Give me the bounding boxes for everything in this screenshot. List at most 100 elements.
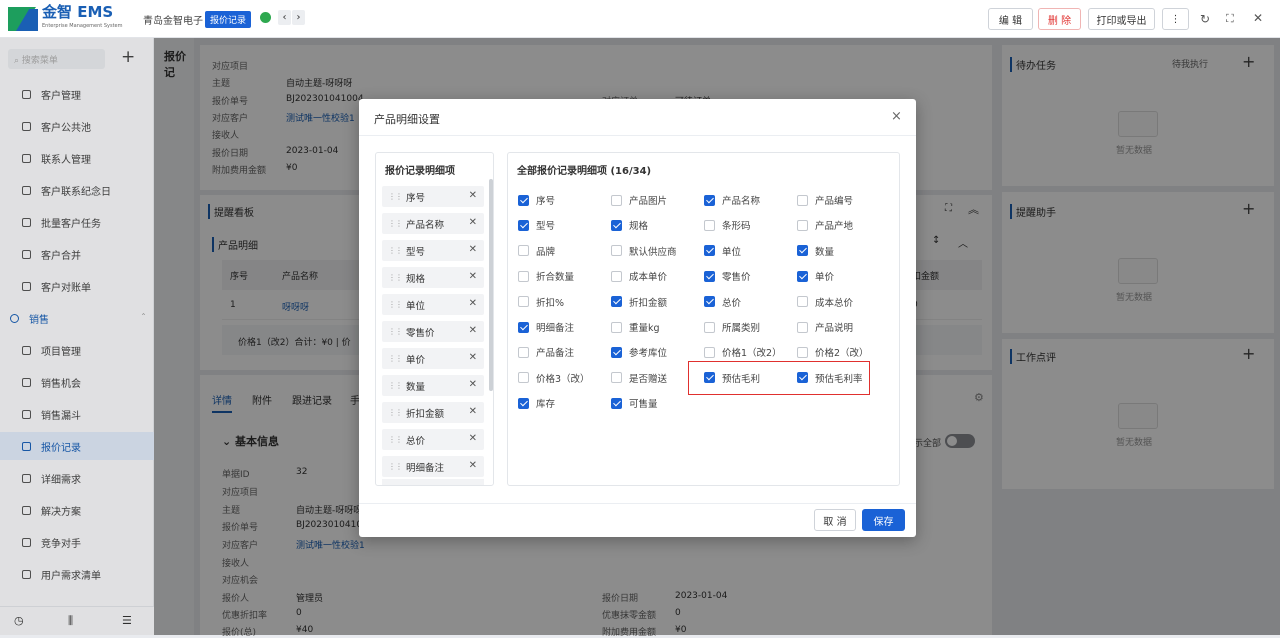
selected-chip[interactable]: ⋮⋮ 总价 ✕ xyxy=(382,429,484,450)
checkbox-unchecked-icon[interactable] xyxy=(611,270,622,282)
checkbox-checked-icon[interactable] xyxy=(611,397,622,409)
checkbox-checked-icon[interactable] xyxy=(611,346,622,358)
selected-chip[interactable]: ⋮⋮ 单价 ✕ xyxy=(382,348,484,369)
save-button[interactable]: 保存 xyxy=(862,509,905,531)
selected-chip[interactable]: ⋮⋮ 折扣金额 ✕ xyxy=(382,402,484,423)
option-checkbox[interactable]: 可售量 xyxy=(611,396,658,410)
option-checkbox[interactable]: 产品说明 xyxy=(797,320,853,334)
scrollbar[interactable] xyxy=(489,179,493,391)
option-checkbox[interactable]: 单价 xyxy=(797,269,834,283)
drag-handle-icon[interactable]: ⋮⋮ xyxy=(388,462,403,471)
option-checkbox[interactable]: 折合数量 xyxy=(518,269,574,283)
option-checkbox[interactable]: 产品产地 xyxy=(797,218,853,232)
option-checkbox[interactable]: 重量kg xyxy=(611,320,660,334)
option-checkbox[interactable]: 明细备注 xyxy=(518,320,574,334)
drag-handle-icon[interactable]: ⋮⋮ xyxy=(388,381,403,390)
option-checkbox[interactable]: 折扣金额 xyxy=(611,295,667,309)
option-checkbox[interactable]: 价格2（改） xyxy=(797,345,869,359)
drag-handle-icon[interactable]: ⋮⋮ xyxy=(388,219,403,228)
checkbox-checked-icon[interactable] xyxy=(704,270,715,282)
checkbox-unchecked-icon[interactable] xyxy=(611,245,622,257)
option-checkbox[interactable]: 规格 xyxy=(611,218,648,232)
checkbox-unchecked-icon[interactable] xyxy=(704,219,715,231)
checkbox-unchecked-icon[interactable] xyxy=(797,346,808,358)
remove-icon[interactable]: ✕ xyxy=(469,352,477,363)
option-checkbox[interactable]: 品牌 xyxy=(518,244,555,258)
drag-handle-icon[interactable]: ⋮⋮ xyxy=(388,300,403,309)
checkbox-unchecked-icon[interactable] xyxy=(797,296,808,308)
checkbox-unchecked-icon[interactable] xyxy=(518,296,529,308)
remove-icon[interactable]: ✕ xyxy=(469,244,477,255)
selected-chip[interactable]: ⋮⋮ 产品名称 ✕ xyxy=(382,213,484,234)
option-checkbox[interactable]: 价格1（改2） xyxy=(704,345,782,359)
option-checkbox[interactable]: 总价 xyxy=(704,295,741,309)
checkbox-unchecked-icon[interactable] xyxy=(518,245,529,257)
checkbox-unchecked-icon[interactable] xyxy=(797,321,808,333)
drag-handle-icon[interactable]: ⋮⋮ xyxy=(388,273,403,282)
remove-icon[interactable]: ✕ xyxy=(469,379,477,390)
checkbox-unchecked-icon[interactable] xyxy=(518,270,529,282)
checkbox-unchecked-icon[interactable] xyxy=(611,194,622,206)
option-checkbox[interactable]: 序号 xyxy=(518,193,555,207)
checkbox-unchecked-icon[interactable] xyxy=(518,346,529,358)
current-tab-badge[interactable]: 报价记录 xyxy=(205,11,252,28)
checkbox-checked-icon[interactable] xyxy=(704,194,715,206)
option-checkbox[interactable]: 折扣% xyxy=(518,295,564,309)
remove-icon[interactable]: ✕ xyxy=(469,433,477,444)
selected-chip[interactable]: ⋮⋮ 零售价 ✕ xyxy=(382,321,484,342)
checkbox-unchecked-icon[interactable] xyxy=(797,194,808,206)
cancel-button[interactable]: 取 消 xyxy=(814,509,856,531)
close-page-icon[interactable]: ✕ xyxy=(1253,11,1263,25)
selected-chip[interactable]: ⋮⋮ 型号 ✕ xyxy=(382,240,484,261)
option-checkbox[interactable]: 默认供应商 xyxy=(611,244,677,258)
drag-handle-icon[interactable]: ⋮⋮ xyxy=(388,246,403,255)
checkbox-checked-icon[interactable] xyxy=(518,397,529,409)
selected-chip[interactable]: ⋮⋮ 规格 ✕ xyxy=(382,267,484,288)
checkbox-checked-icon[interactable] xyxy=(518,194,529,206)
option-checkbox[interactable]: 数量 xyxy=(797,244,834,258)
drag-handle-icon[interactable]: ⋮⋮ xyxy=(388,354,403,363)
option-checkbox[interactable]: 产品图片 xyxy=(611,193,667,207)
option-checkbox[interactable]: 是否赠送 xyxy=(611,371,667,385)
option-checkbox[interactable]: 成本单价 xyxy=(611,269,667,283)
remove-icon[interactable]: ✕ xyxy=(469,460,477,471)
print-export-button[interactable]: 打印或导出 xyxy=(1088,8,1155,30)
option-checkbox[interactable]: 产品名称 xyxy=(704,193,760,207)
selected-chip[interactable]: ⋮⋮ 数量 ✕ xyxy=(382,375,484,396)
option-checkbox[interactable]: 产品备注 xyxy=(518,345,574,359)
remove-icon[interactable]: ✕ xyxy=(469,190,477,201)
checkbox-checked-icon[interactable] xyxy=(797,245,808,257)
drag-handle-icon[interactable]: ⋮⋮ xyxy=(388,408,403,417)
close-icon[interactable]: × xyxy=(891,109,902,124)
checkbox-unchecked-icon[interactable] xyxy=(704,321,715,333)
checkbox-checked-icon[interactable] xyxy=(518,321,529,333)
option-checkbox[interactable]: 成本总价 xyxy=(797,295,853,309)
drag-handle-icon[interactable]: ⋮⋮ xyxy=(388,192,403,201)
fullscreen-icon[interactable]: ⛶ xyxy=(1226,12,1234,26)
drag-handle-icon[interactable]: ⋮⋮ xyxy=(388,435,403,444)
checkbox-checked-icon[interactable] xyxy=(704,296,715,308)
option-checkbox[interactable]: 产品编号 xyxy=(797,193,853,207)
checkbox-unchecked-icon[interactable] xyxy=(611,372,622,384)
option-checkbox[interactable]: 参考库位 xyxy=(611,345,667,359)
checkbox-checked-icon[interactable] xyxy=(797,270,808,282)
more-icon[interactable]: ⋮ xyxy=(1162,8,1189,30)
option-checkbox[interactable]: 型号 xyxy=(518,218,555,232)
option-checkbox[interactable]: 条形码 xyxy=(704,218,751,232)
remove-icon[interactable]: ✕ xyxy=(469,271,477,282)
selected-chip[interactable]: ⋮⋮ 明细备注 ✕ xyxy=(382,456,484,477)
checkbox-unchecked-icon[interactable] xyxy=(797,219,808,231)
remove-icon[interactable]: ✕ xyxy=(469,298,477,309)
checkbox-checked-icon[interactable] xyxy=(518,219,529,231)
option-checkbox[interactable]: 价格3（改） xyxy=(518,371,590,385)
option-checkbox[interactable]: 库存 xyxy=(518,396,555,410)
drag-handle-icon[interactable]: ⋮⋮ xyxy=(388,327,403,336)
remove-icon[interactable]: ✕ xyxy=(469,217,477,228)
prev-arrow-icon[interactable]: ‹ xyxy=(278,10,291,25)
refresh-icon[interactable]: ↻ xyxy=(1200,12,1210,26)
checkbox-checked-icon[interactable] xyxy=(611,219,622,231)
checkbox-unchecked-icon[interactable] xyxy=(611,321,622,333)
next-arrow-icon[interactable]: › xyxy=(292,10,305,25)
checkbox-unchecked-icon[interactable] xyxy=(518,372,529,384)
selected-chip[interactable]: ⋮⋮ 单位 ✕ xyxy=(382,294,484,315)
